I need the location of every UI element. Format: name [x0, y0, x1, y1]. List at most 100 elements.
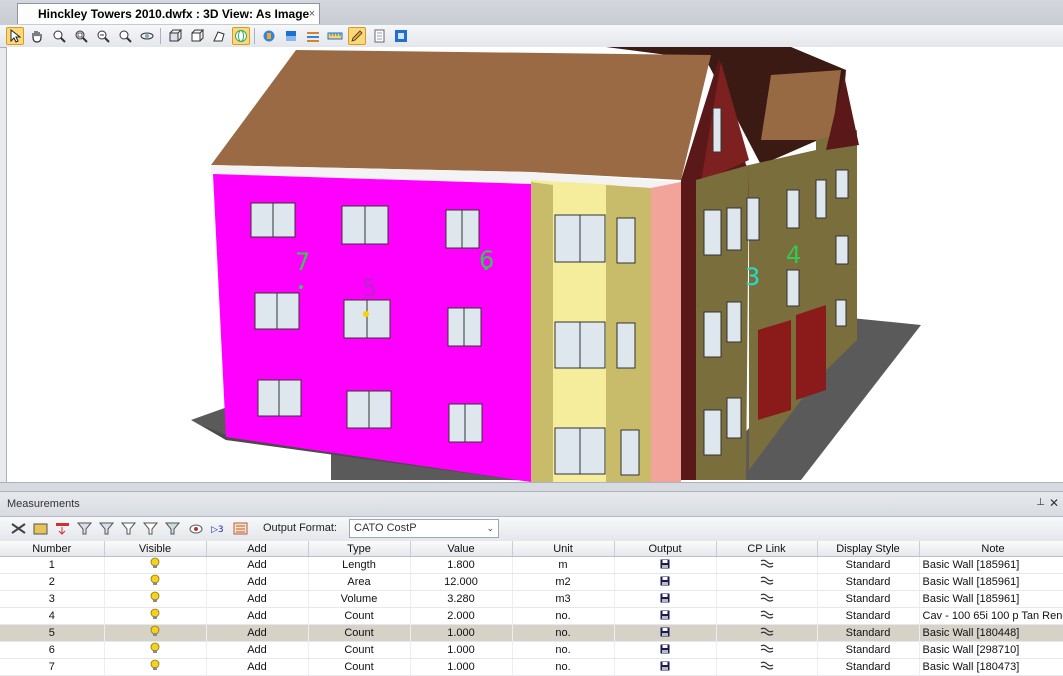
cell-number: 2: [0, 573, 105, 591]
column-header-number[interactable]: Number: [0, 541, 105, 557]
table-row[interactable]: 1 Add Length 1.800 m Standard Basic Wall [1859…: [0, 556, 1063, 574]
output-disk-icon[interactable]: [614, 658, 717, 676]
delete-measurement-icon[interactable]: [10, 520, 27, 537]
visible-bulb-icon[interactable]: [104, 590, 207, 608]
table-row[interactable]: 4 Add Count 2.000 no. Standard Cav - 100 65i 1…: [0, 607, 1063, 625]
pin-icon[interactable]: ⊥: [1036, 497, 1045, 508]
output-disk-icon[interactable]: [614, 556, 717, 574]
visible-bulb-icon[interactable]: [104, 573, 207, 591]
cell-note: Basic Wall [185961]: [919, 556, 1063, 574]
cp-link-icon[interactable]: [716, 556, 818, 574]
visible-bulb-icon[interactable]: [104, 624, 207, 642]
cell-note: Basic Wall [180473]: [919, 658, 1063, 676]
column-header-cp-link[interactable]: CP Link: [716, 541, 818, 557]
zoom-extents-icon[interactable]: [116, 27, 134, 45]
pencil-icon[interactable]: [348, 27, 366, 45]
zoom-window-icon[interactable]: [72, 27, 90, 45]
output-disk-icon[interactable]: [614, 624, 717, 642]
tab-close-icon[interactable]: ×: [309, 4, 315, 25]
measurements-toolbar: ▷3 Output Format: CATO CostP ⌄: [0, 517, 1063, 542]
model-icon[interactable]: [260, 27, 278, 45]
column-header-visible[interactable]: Visible: [104, 541, 207, 557]
table-row[interactable]: 3 Add Volume 3.280 m3 Standard Basic Wall [185…: [0, 590, 1063, 608]
filter-clear-icon[interactable]: [76, 520, 93, 537]
cp-link-icon[interactable]: [716, 658, 818, 676]
box-view-icon[interactable]: [188, 27, 206, 45]
image-icon[interactable]: [392, 27, 410, 45]
visible-bulb-icon[interactable]: [104, 556, 207, 574]
output-format-dropdown[interactable]: CATO CostP ⌄: [349, 519, 499, 538]
table-row[interactable]: 6 Add Count 1.000 no. Standard Basic Wall [298…: [0, 641, 1063, 659]
measurements-table: Number Visible Add Type Value Unit Output CP Li…: [0, 541, 1063, 676]
cell-number: 1: [0, 556, 105, 574]
cell-unit: no.: [512, 658, 615, 676]
cell-display-style: Standard: [817, 573, 920, 591]
marker-5[interactable]: 5: [362, 274, 377, 302]
measurements-panel: Measurements ⊥ ✕ ▷3 Output Format: CATO …: [0, 492, 1063, 676]
save-measurement-icon[interactable]: [32, 520, 49, 537]
3d-view-canvas[interactable]: 7 5 6 3 4: [6, 47, 1063, 482]
layers-icon[interactable]: [282, 27, 300, 45]
document-tab[interactable]: Hinckley Towers 2010.dwfx : 3D View: As …: [17, 3, 321, 25]
column-header-display-style[interactable]: Display Style: [817, 541, 920, 557]
marker-4[interactable]: 4: [786, 241, 801, 269]
measurements-title-bar: Measurements ⊥ ✕: [0, 492, 1063, 517]
view-measurement-icon[interactable]: [188, 520, 205, 537]
table-row[interactable]: 7 Add Count 1.000 no. Standard Basic Wall [180…: [0, 658, 1063, 676]
filter-icon[interactable]: [120, 520, 137, 537]
column-header-add[interactable]: Add: [206, 541, 309, 557]
column-header-value[interactable]: Value: [410, 541, 513, 557]
filter-add-icon[interactable]: [98, 520, 115, 537]
view-toolbar: [0, 25, 1063, 48]
export-list-icon[interactable]: [232, 520, 249, 537]
cp-link-icon[interactable]: [716, 624, 818, 642]
globe-icon[interactable]: [232, 27, 250, 45]
cell-value: 1.000: [410, 641, 513, 659]
settings-icon[interactable]: [304, 27, 322, 45]
pan-icon[interactable]: [28, 27, 46, 45]
select-icon[interactable]: [6, 27, 24, 45]
column-header-note[interactable]: Note: [919, 541, 1063, 557]
cp-link-icon[interactable]: [716, 607, 818, 625]
orbit-icon[interactable]: [138, 27, 156, 45]
column-header-output[interactable]: Output: [614, 541, 717, 557]
column-header-unit[interactable]: Unit: [512, 541, 615, 557]
view-cube-icon[interactable]: [166, 27, 184, 45]
notes-icon[interactable]: [370, 27, 388, 45]
cp-link-icon[interactable]: [716, 641, 818, 659]
cell-display-style: Standard: [817, 607, 920, 625]
cp-link-icon[interactable]: [716, 573, 818, 591]
cell-add: Add: [206, 658, 309, 676]
cell-number: 4: [0, 607, 105, 625]
visible-bulb-icon[interactable]: [104, 607, 207, 625]
marker-7[interactable]: 7: [295, 248, 310, 276]
table-row[interactable]: 2 Add Area 12.000 m2 Standard Basic Wall [1859…: [0, 573, 1063, 591]
cell-number: 3: [0, 590, 105, 608]
cp-link-icon[interactable]: [716, 590, 818, 608]
export-icon[interactable]: ▷3: [210, 520, 227, 537]
marker-3[interactable]: 3: [745, 263, 760, 291]
measure-icon[interactable]: [326, 27, 344, 45]
output-disk-icon[interactable]: [614, 573, 717, 591]
cell-add: Add: [206, 607, 309, 625]
cell-type: Count: [308, 624, 411, 642]
cell-unit: m2: [512, 573, 615, 591]
move-down-icon[interactable]: [54, 520, 71, 537]
filter-options-icon[interactable]: [164, 520, 181, 537]
visible-bulb-icon[interactable]: [104, 658, 207, 676]
zoom-previous-icon[interactable]: [94, 27, 112, 45]
close-panel-icon[interactable]: ✕: [1049, 496, 1059, 510]
output-disk-icon[interactable]: [614, 590, 717, 608]
cell-value: 3.280: [410, 590, 513, 608]
output-disk-icon[interactable]: [614, 607, 717, 625]
output-disk-icon[interactable]: [614, 641, 717, 659]
filter-remove-icon[interactable]: [142, 520, 159, 537]
table-row[interactable]: 5 Add Count 1.000 no. Standard Basic Wall [180…: [0, 624, 1063, 642]
column-header-type[interactable]: Type: [308, 541, 411, 557]
zoom-icon[interactable]: [50, 27, 68, 45]
cell-note: Basic Wall [180448]: [919, 624, 1063, 642]
visible-bulb-icon[interactable]: [104, 641, 207, 659]
building-model-render: 7 5 6 3 4: [191, 47, 921, 482]
perspective-icon[interactable]: [210, 27, 228, 45]
panel-splitter[interactable]: [0, 482, 1063, 492]
